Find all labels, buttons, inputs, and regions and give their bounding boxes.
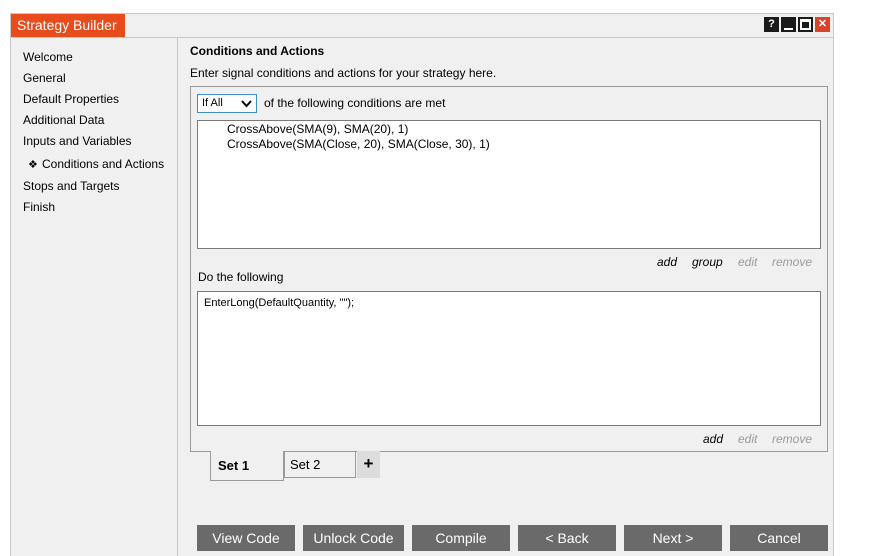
tab-set-1[interactable]: Set 1 <box>210 451 284 481</box>
tab-set-2[interactable]: Set 2 <box>284 451 356 478</box>
strategy-builder-window: Strategy Builder ? ✕ Welcome General Def… <box>10 13 834 556</box>
wizard-sidebar: Welcome General Default Properties Addit… <box>11 38 178 556</box>
sidebar-item-conditions-and-actions[interactable]: ❖ Conditions and Actions <box>28 157 164 171</box>
back-button[interactable]: < Back <box>518 525 616 551</box>
condition-set-panel: If All of the following conditions are m… <box>190 86 828 452</box>
current-step-bullet-icon: ❖ <box>28 159 38 171</box>
condition-mode-label: of the following conditions are met <box>264 96 446 110</box>
minimize-icon[interactable] <box>781 17 796 32</box>
condition-item[interactable]: CrossAbove(SMA(9), SMA(20), 1) <box>227 122 408 136</box>
sidebar-item-label: Inputs and Variables <box>23 134 132 148</box>
tab-label: Set 1 <box>218 458 250 473</box>
sidebar-item-label: Welcome <box>23 50 73 64</box>
help-icon[interactable]: ? <box>764 17 779 32</box>
cancel-button[interactable]: Cancel <box>730 525 828 551</box>
set-tabs: Set 1 Set 2 + <box>190 451 830 483</box>
sidebar-item-label: Conditions and Actions <box>42 157 165 171</box>
add-condition-link[interactable]: add <box>657 255 677 269</box>
actions-list[interactable]: EnterLong(DefaultQuantity, ""); <box>197 291 821 426</box>
action-item[interactable]: EnterLong(DefaultQuantity, ""); <box>204 297 354 309</box>
condition-item[interactable]: CrossAbove(SMA(Close, 20), SMA(Close, 30… <box>227 137 490 151</box>
add-action-link[interactable]: add <box>703 432 723 446</box>
sidebar-item-finish[interactable]: Finish <box>23 200 55 214</box>
chevron-down-icon <box>240 95 253 115</box>
sidebar-item-inputs-and-variables[interactable]: Inputs and Variables <box>23 134 132 148</box>
close-icon[interactable]: ✕ <box>815 17 830 32</box>
sidebar-item-label: Finish <box>23 200 56 214</box>
maximize-icon[interactable] <box>798 17 813 32</box>
sidebar-item-label: General <box>23 71 66 85</box>
sidebar-item-label: Additional Data <box>23 113 105 127</box>
group-condition-link[interactable]: group <box>692 255 723 269</box>
add-set-plus-icon[interactable]: + <box>357 451 380 478</box>
window-title: Strategy Builder <box>11 14 125 37</box>
remove-action-link[interactable]: remove <box>772 432 812 446</box>
sidebar-item-default-properties[interactable]: Default Properties <box>23 92 119 106</box>
page-description: Enter signal conditions and actions for … <box>190 66 497 80</box>
condition-mode-select[interactable]: If All <box>197 94 257 113</box>
tab-label: Set 2 <box>290 457 321 472</box>
remove-condition-link[interactable]: remove <box>772 255 812 269</box>
condition-mode-value: If All <box>202 97 223 109</box>
sidebar-item-label: Stops and Targets <box>23 179 120 193</box>
sidebar-item-stops-and-targets[interactable]: Stops and Targets <box>23 179 120 193</box>
sidebar-item-additional-data[interactable]: Additional Data <box>23 113 104 127</box>
sidebar-item-general[interactable]: General <box>23 71 66 85</box>
conditions-list[interactable]: CrossAbove(SMA(9), SMA(20), 1) CrossAbov… <box>197 120 821 249</box>
unlock-code-button[interactable]: Unlock Code <box>303 525 404 551</box>
sidebar-item-label: Default Properties <box>23 92 120 106</box>
view-code-button[interactable]: View Code <box>197 525 295 551</box>
title-bar[interactable]: Strategy Builder ? ✕ <box>11 14 833 38</box>
compile-button[interactable]: Compile <box>412 525 510 551</box>
actions-label: Do the following <box>198 270 284 284</box>
sidebar-item-welcome[interactable]: Welcome <box>23 50 73 64</box>
page-title: Conditions and Actions <box>190 44 325 58</box>
next-button[interactable]: Next > <box>624 525 722 551</box>
window-controls: ? ✕ <box>764 17 830 32</box>
edit-action-link[interactable]: edit <box>738 432 757 446</box>
edit-condition-link[interactable]: edit <box>738 255 757 269</box>
